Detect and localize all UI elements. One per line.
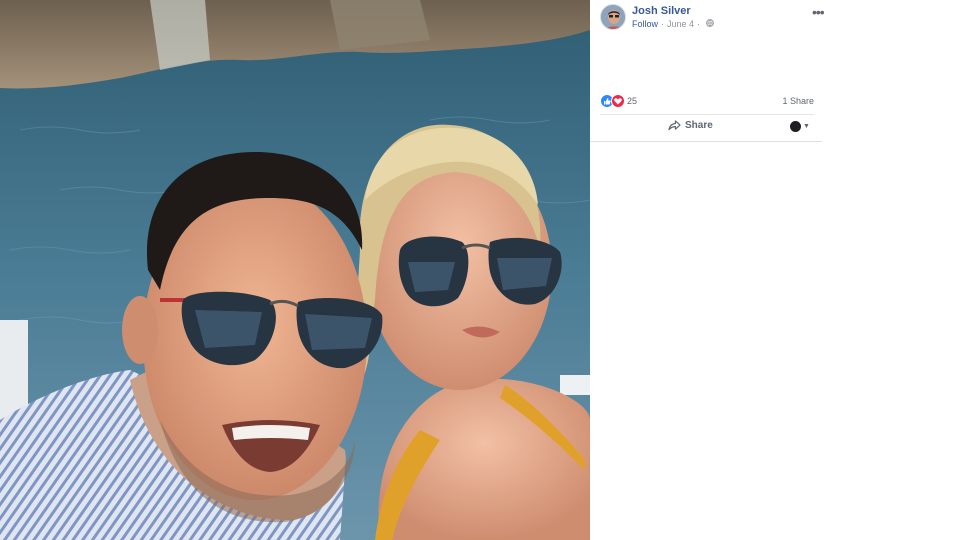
chevron-down-icon: ▼ (803, 123, 810, 130)
section-divider (590, 141, 822, 142)
share-count-link[interactable]: 1 Share (782, 96, 814, 106)
post-meta: Follow · June 4 · (632, 19, 714, 29)
selfie-photo (0, 0, 590, 540)
author-name-link[interactable]: Josh Silver (632, 5, 691, 17)
post-actions: Share ▼ (600, 118, 814, 138)
meta-separator-2: · (697, 19, 701, 29)
author-avatar[interactable] (600, 4, 626, 30)
more-options-icon[interactable]: ••• (812, 5, 825, 19)
divider (600, 114, 814, 115)
share-button[interactable]: Share (668, 120, 713, 131)
reaction-icons[interactable] (600, 94, 625, 108)
post-header: Josh Silver Follow · June 4 · ••• (600, 4, 825, 32)
post-date-link[interactable]: June 4 (667, 19, 694, 29)
post-sidebar: Josh Silver Follow · June 4 · ••• 25 1 S… (590, 0, 960, 540)
share-button-label: Share (685, 120, 713, 131)
meta-separator: · (661, 19, 665, 29)
globe-icon (706, 19, 714, 29)
follow-link[interactable]: Follow (632, 19, 658, 29)
post-photo[interactable] (0, 0, 590, 540)
page-avatar-icon (790, 121, 801, 132)
share-arrow-icon (668, 120, 681, 131)
reaction-count[interactable]: 25 (627, 96, 637, 106)
reactions-bar: 25 1 Share (600, 93, 814, 109)
avatar-photo-icon (601, 5, 625, 29)
audience-selector[interactable]: ▼ (790, 121, 810, 132)
love-reaction-icon (611, 94, 625, 108)
